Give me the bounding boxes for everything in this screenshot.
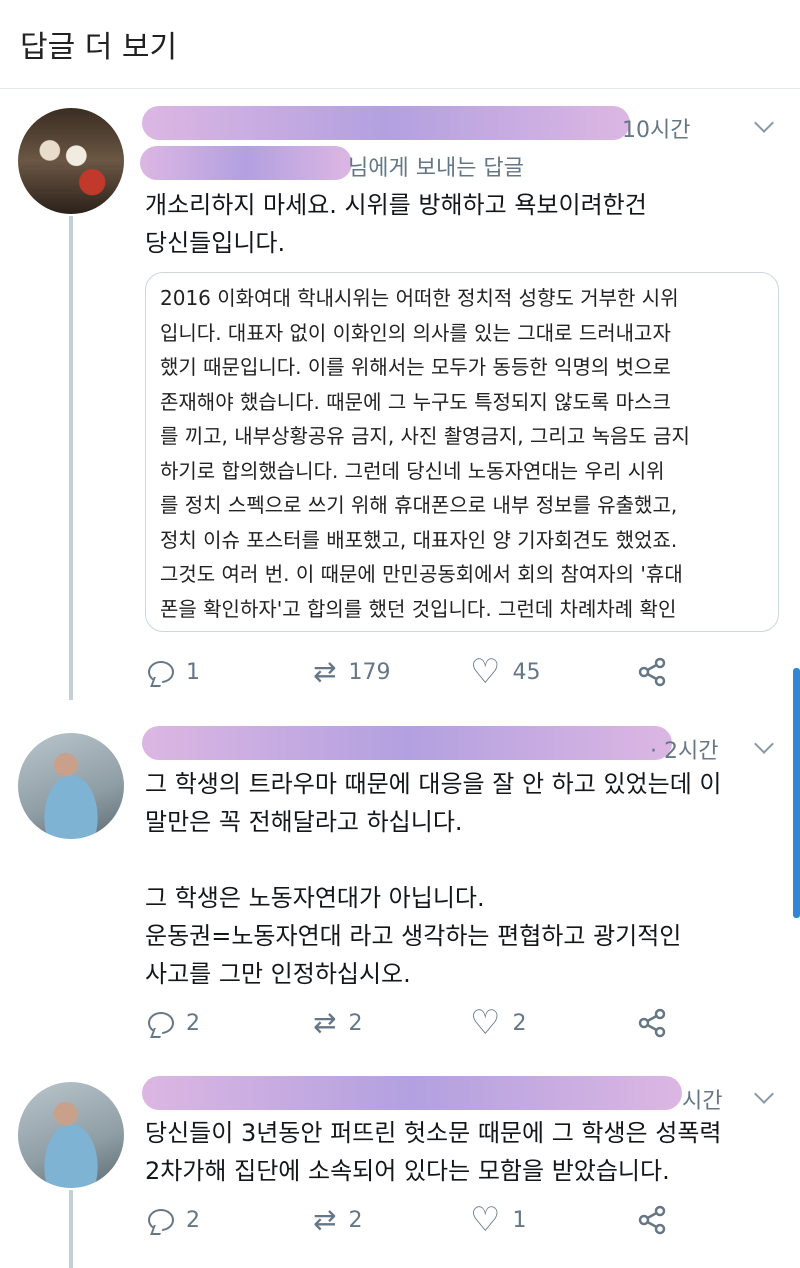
- reply-button[interactable]: 2: [148, 1003, 200, 1043]
- quote-line: 했기 때문입니다. 이를 위해서는 모두가 동등한 익명의 벗으로: [160, 355, 671, 379]
- reply-button[interactable]: 1: [148, 652, 200, 692]
- scrollbar[interactable]: [793, 668, 800, 918]
- heart-icon: ♡: [470, 1200, 501, 1240]
- like-count: 45: [512, 659, 541, 685]
- like-button[interactable]: ♡ 1: [470, 1200, 526, 1240]
- share-button[interactable]: [636, 1003, 668, 1043]
- retweet-button[interactable]: ⇄ 2: [313, 1200, 362, 1240]
- chevron-down-icon[interactable]: [754, 734, 774, 754]
- chevron-down-icon[interactable]: [754, 1084, 774, 1104]
- retweet-icon: ⇄: [313, 655, 337, 688]
- avatar[interactable]: [18, 1082, 124, 1188]
- reply-button[interactable]: 2: [148, 1200, 200, 1240]
- tweet-time: 10시간: [622, 118, 691, 143]
- retweet-icon: ⇄: [313, 1203, 337, 1236]
- quote-line: 정치 이슈 포스터를 배포했고, 대표자인 양 기자회견도 했었죠.: [160, 527, 678, 552]
- reply-count: 2: [186, 1207, 200, 1233]
- quote-line: 폰을 확인하자'고 합의를 했던 것입니다. 그런데 차례차례 확인: [160, 596, 677, 621]
- tweet-actions: 2 ⇄ 2 ♡ 1: [148, 1200, 708, 1240]
- tweet-text: 개소리하지 마세요. 시위를 방해하고 욕보이려한건 당신들입니다.: [145, 191, 647, 257]
- reply-count: 2: [186, 1010, 200, 1036]
- reply-count: 1: [186, 659, 200, 685]
- quote-line: 그것도 여러 번. 이 때문에 만민공동회에서 회의 참여자의 '휴대: [160, 562, 683, 586]
- redacted-reply-handle: [140, 146, 352, 180]
- retweet-count: 2: [348, 1010, 363, 1036]
- share-icon: [638, 1008, 666, 1038]
- avatar[interactable]: [18, 108, 124, 214]
- avatar[interactable]: [18, 733, 124, 839]
- quote-line: 2016 이화여대 학내시위는 어떠한 정치적 성향도 거부한 시위: [160, 286, 679, 310]
- reply-icon: [148, 1012, 174, 1034]
- reply-icon: [148, 661, 174, 683]
- retweet-button[interactable]: ⇄ 179: [313, 652, 390, 692]
- like-button[interactable]: ♡ 2: [470, 1003, 526, 1043]
- reply-to-label: 님에게 보내는 답글: [348, 156, 524, 181]
- tweet-time: · 2시간: [650, 739, 719, 764]
- heart-icon: ♡: [470, 652, 501, 692]
- share-button[interactable]: [636, 1200, 668, 1240]
- retweet-button[interactable]: ⇄ 2: [313, 1003, 362, 1043]
- thread-line: [69, 1190, 73, 1268]
- quote-line: 를 끼고, 내부상황공유 금지, 사진 촬영금지, 그리고 녹음도 금지: [160, 424, 690, 448]
- retweet-count: 2: [348, 1207, 363, 1233]
- thread-line: [69, 216, 73, 700]
- quote-line: 하기로 합의했습니다. 그런데 당신네 노동자연대는 우리 시위: [160, 458, 665, 483]
- quote-line: 를 정치 스펙으로 쓰기 위해 휴대폰으로 내부 정보를 유출했고,: [160, 493, 678, 517]
- quote-line: 존재해야 했습니다. 때문에 그 누구도 특정되지 않도록 마스크: [160, 389, 671, 414]
- tweet-text: 당신들이 3년동안 퍼뜨린 헛소문 때문에 그 학생은 성폭력 2차가해 집단에…: [145, 1119, 722, 1185]
- redacted-username: [142, 726, 672, 760]
- share-icon: [638, 1205, 666, 1235]
- page-header: 답글 더 보기: [0, 0, 800, 89]
- like-button[interactable]: ♡ 45: [470, 652, 540, 692]
- heart-icon: ♡: [470, 1003, 501, 1043]
- quoted-image-text[interactable]: 2016 이화여대 학내시위는 어떠한 정치적 성향도 거부한 시위 입니다. …: [145, 272, 779, 632]
- page-title: 답글 더 보기: [20, 30, 178, 65]
- share-icon: [638, 657, 666, 687]
- reply-icon: [148, 1209, 174, 1231]
- like-count: 2: [512, 1010, 527, 1036]
- tweet-time: 시간: [682, 1089, 723, 1114]
- quote-line: 입니다. 대표자 없이 이화인의 의사를 있는 그대로 드러내고자: [160, 320, 671, 345]
- retweet-icon: ⇄: [313, 1006, 337, 1039]
- redacted-username: [142, 106, 630, 140]
- chevron-down-icon[interactable]: [754, 113, 774, 133]
- share-button[interactable]: [636, 652, 668, 692]
- redacted-username: [142, 1076, 682, 1110]
- tweet-actions: 1 ⇄ 179 ♡ 45: [148, 652, 708, 692]
- tweet-text: 그 학생의 트라우마 때문에 대응을 잘 안 하고 있었는데 이 말만은 꼭 전…: [145, 770, 722, 988]
- like-count: 1: [512, 1207, 527, 1233]
- retweet-count: 179: [348, 659, 391, 685]
- tweet-actions: 2 ⇄ 2 ♡ 2: [148, 1003, 708, 1043]
